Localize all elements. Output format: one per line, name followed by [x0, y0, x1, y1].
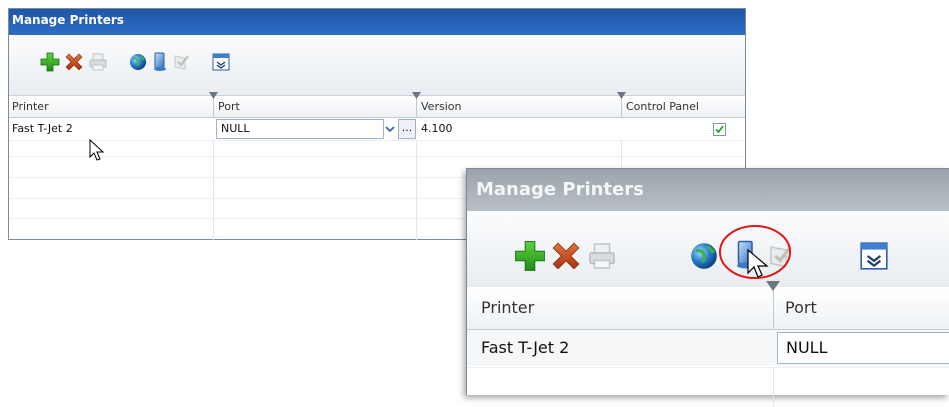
table-row[interactable]: Fast T-Jet 2 NULL ... 4.100	[9, 118, 745, 140]
port-combo[interactable]: NULL	[216, 119, 384, 139]
add-icon[interactable]	[513, 239, 547, 273]
window-title: Manage Printers	[9, 9, 745, 35]
column-header-port[interactable]: Port	[785, 287, 945, 329]
add-icon[interactable]	[39, 51, 61, 73]
port-value: NULL	[221, 122, 250, 135]
column-header-version[interactable]: Version	[421, 96, 611, 117]
column-header-printer[interactable]: Printer	[481, 287, 761, 329]
column-chooser-icon[interactable]	[210, 51, 232, 73]
toolbar	[9, 35, 745, 96]
cell-version: 4.100	[421, 122, 453, 135]
manage-printers-zoomed-window: Manage Printers Printer Port Fast T-Jet …	[466, 168, 949, 407]
port-combo[interactable]: NULL	[777, 332, 949, 364]
port-value: NULL	[786, 338, 828, 357]
chevron-down-icon[interactable]	[383, 120, 397, 138]
zoomed-grid-header: Printer Port	[467, 281, 949, 330]
table-row[interactable]: Fast T-Jet 2 NULL	[467, 330, 949, 366]
column-header-control-panel[interactable]: Control Panel	[626, 96, 736, 117]
zoomed-window-title: Manage Printers	[467, 169, 949, 211]
column-header-port[interactable]: Port	[218, 96, 408, 117]
globe-icon[interactable]	[687, 239, 721, 273]
port-browse-button[interactable]: ...	[398, 119, 416, 139]
cell-printer: Fast T-Jet 2	[12, 122, 73, 135]
mouse-cursor-icon	[747, 249, 769, 278]
grid-header: Printer Port Version Control Panel	[9, 92, 745, 118]
computer-icon[interactable]	[149, 51, 171, 73]
control-panel-checkbox[interactable]	[713, 123, 726, 136]
column-chooser-icon[interactable]	[857, 239, 891, 273]
column-header-printer[interactable]: Printer	[12, 96, 212, 117]
mouse-cursor-icon	[89, 139, 105, 161]
printer-icon	[585, 239, 619, 273]
test-page-icon	[170, 51, 192, 73]
delete-icon[interactable]	[63, 51, 85, 73]
delete-icon[interactable]	[549, 239, 583, 273]
checkmark-icon	[715, 125, 724, 134]
zoomed-printers-grid: Printer Port Fast T-Jet 2 NULL	[467, 281, 949, 407]
zoomed-toolbar	[467, 211, 949, 288]
cell-printer: Fast T-Jet 2	[481, 338, 570, 357]
globe-icon[interactable]	[127, 51, 149, 73]
printer-icon	[87, 51, 109, 73]
